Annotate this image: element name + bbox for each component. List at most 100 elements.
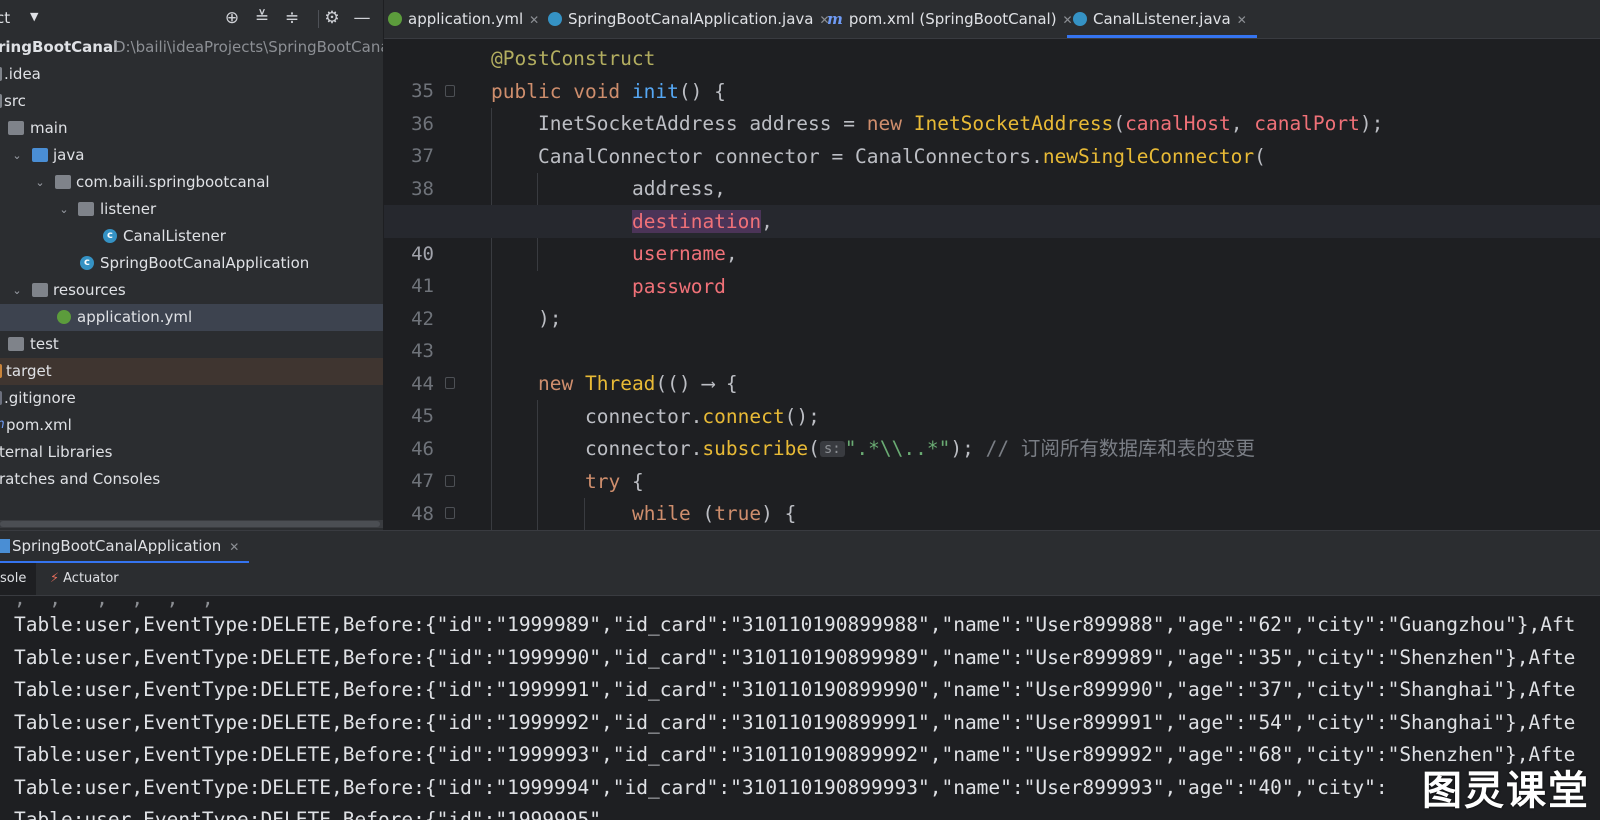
tab-label: SpringBootCanalApplication.java bbox=[568, 10, 814, 28]
fold-marker-icon[interactable] bbox=[445, 377, 455, 389]
run-subtabs: sole ⚡ Actuator bbox=[0, 563, 1600, 596]
run-tab-label: SpringBootCanalApplication bbox=[12, 537, 222, 555]
console-line: Table:user,EventType:DELETE,Before:{"id"… bbox=[14, 646, 1576, 669]
spring-class-icon: c bbox=[80, 256, 94, 270]
locate-icon[interactable]: ⊕ bbox=[222, 8, 242, 28]
spring-class-icon bbox=[548, 12, 562, 26]
tab-console[interactable]: sole bbox=[0, 563, 36, 595]
java-class-icon: c bbox=[103, 229, 117, 243]
code-line: 41 username, bbox=[384, 237, 1600, 297]
minimize-icon[interactable]: — bbox=[352, 8, 372, 28]
code-text: password bbox=[632, 275, 726, 298]
package-icon bbox=[55, 175, 71, 189]
tab-label: pom.xml (SpringBootCanal) bbox=[848, 10, 1057, 28]
tab-springbootcanalapplication[interactable]: SpringBootCanalApplication.java ✕ bbox=[548, 0, 830, 38]
scrollbar-thumb[interactable] bbox=[0, 521, 380, 527]
tab-label: sole bbox=[0, 571, 27, 586]
code-line: 44 bbox=[384, 335, 1600, 395]
tree-item-label: ratches and Consoles bbox=[0, 470, 161, 488]
code-line: 37 InetSocketAddress address = new InetS… bbox=[384, 107, 1600, 167]
chevron-down-icon[interactable]: ⌄ bbox=[33, 169, 47, 196]
code-area[interactable]: 35 @PostConstruct 36 public void init() … bbox=[384, 42, 1600, 530]
tree-item-main[interactable]: main bbox=[0, 115, 383, 142]
tree-item-label: java bbox=[53, 146, 85, 164]
tree-item-label: src bbox=[4, 92, 26, 110]
code-text: username, bbox=[632, 242, 738, 265]
close-icon[interactable]: ✕ bbox=[1237, 13, 1247, 27]
tree-item-label: .idea bbox=[4, 65, 41, 83]
run-tabs: SpringBootCanalApplication ✕ bbox=[0, 530, 1600, 564]
project-panel: ct ▼ ⊕ ≚ ≑ ⚙ — ringBootCanal D:\baili\id… bbox=[0, 0, 384, 530]
tab-label: application.yml bbox=[408, 10, 524, 28]
tree-item-scratches[interactable]: ratches and Consoles bbox=[0, 466, 383, 493]
tree-item-idea[interactable]: .idea bbox=[0, 61, 383, 88]
tab-label: CanalListener.java bbox=[1093, 10, 1231, 28]
tree-item-label: SpringBootCanalApplication bbox=[100, 254, 310, 272]
code-text: @PostConstruct bbox=[491, 47, 656, 70]
project-header: ct ▼ ⊕ ≚ ≑ ⚙ — bbox=[0, 0, 383, 38]
tree-item-pom[interactable]: m pom.xml bbox=[0, 412, 383, 439]
chevron-down-icon[interactable]: ⌄ bbox=[57, 196, 71, 223]
file-icon bbox=[0, 391, 2, 405]
folder-icon bbox=[8, 121, 24, 135]
fold-marker-icon[interactable] bbox=[445, 475, 455, 487]
tree-item-package[interactable]: ⌄ com.baili.springbootcanal bbox=[0, 169, 383, 196]
actuator-icon: ⚡ bbox=[50, 571, 60, 586]
tree-item-application-yml[interactable]: application.yml bbox=[0, 304, 383, 331]
tree-item-label: pom.xml bbox=[6, 416, 72, 434]
code-line: 49 while (true) { bbox=[384, 497, 1600, 530]
collapse-all-icon[interactable]: ≑ bbox=[282, 8, 302, 28]
tree-item-listener[interactable]: ⌄ listener bbox=[0, 196, 383, 223]
console-line: Table:user,EventType:DELETE,Before:{"id"… bbox=[14, 613, 1576, 636]
code-line: 45 new Thread(() ⟶ { bbox=[384, 367, 1600, 427]
tree-item-external-libraries[interactable]: ternal Libraries bbox=[0, 439, 383, 466]
run-config-icon bbox=[0, 539, 10, 553]
maven-icon: m bbox=[827, 10, 843, 28]
excluded-folder-icon bbox=[0, 364, 2, 378]
tab-pom-xml[interactable]: m pom.xml (SpringBootCanal) ✕ bbox=[827, 0, 1073, 38]
code-line-current: 40 destination, bbox=[384, 205, 1600, 265]
close-icon[interactable]: ✕ bbox=[229, 540, 239, 554]
close-icon[interactable]: ✕ bbox=[529, 13, 539, 27]
console-output[interactable]: , , , , , , Table:user,EventType:DELETE,… bbox=[0, 596, 1600, 820]
fold-marker-icon[interactable] bbox=[445, 85, 455, 97]
package-icon bbox=[78, 202, 94, 216]
tree-item-java[interactable]: ⌄ java bbox=[0, 142, 383, 169]
code-editor: application.yml ✕ SpringBootCanalApplicat… bbox=[384, 0, 1600, 530]
code-line: 43 ); bbox=[384, 302, 1600, 362]
tab-canallistener[interactable]: CanalListener.java ✕ bbox=[1067, 0, 1257, 38]
parameter-hint: s: bbox=[819, 441, 845, 457]
chevron-down-icon[interactable]: ▼ bbox=[30, 10, 38, 23]
maven-icon: m bbox=[0, 418, 5, 432]
tree-item-label: ringBootCanal bbox=[0, 38, 119, 56]
tree-item-src[interactable]: src bbox=[0, 88, 383, 115]
tree-item-application-class[interactable]: c SpringBootCanalApplication bbox=[0, 250, 383, 277]
tree-item-label: .gitignore bbox=[4, 389, 76, 407]
tree-item-target[interactable]: target bbox=[0, 358, 383, 385]
chevron-down-icon[interactable]: ⌄ bbox=[10, 277, 24, 304]
header-divider bbox=[318, 10, 319, 28]
chevron-down-icon[interactable]: ⌄ bbox=[10, 142, 24, 169]
gear-icon[interactable]: ⚙ bbox=[322, 8, 342, 28]
tree-item-test[interactable]: test bbox=[0, 331, 383, 358]
run-tab-application[interactable]: SpringBootCanalApplication ✕ bbox=[0, 531, 250, 564]
fold-marker-icon[interactable] bbox=[445, 507, 455, 519]
tree-item-gitignore[interactable]: .gitignore bbox=[0, 385, 383, 412]
code-line: 35 @PostConstruct bbox=[384, 42, 1600, 102]
folder-icon bbox=[8, 337, 24, 351]
tree-item-resources[interactable]: ⌄ resources bbox=[0, 277, 383, 304]
tab-application-yml[interactable]: application.yml ✕ bbox=[388, 0, 539, 38]
expand-all-icon[interactable]: ≚ bbox=[252, 8, 272, 28]
code-text: CanalConnector connector = CanalConnecto… bbox=[538, 145, 1266, 168]
tree-item-label: com.baili.springbootcanal bbox=[76, 173, 270, 191]
project-title[interactable]: ct bbox=[0, 9, 10, 27]
tree-item-label: main bbox=[30, 119, 68, 137]
code-line: 36 public void init() { bbox=[384, 75, 1600, 135]
code-line: 46 connector.connect(); bbox=[384, 400, 1600, 460]
horizontal-scrollbar[interactable] bbox=[0, 520, 383, 528]
tree-item-canallistener[interactable]: c CanalListener bbox=[0, 223, 383, 250]
tab-actuator[interactable]: ⚡ Actuator bbox=[50, 563, 119, 595]
tree-item-project-root[interactable]: ringBootCanal D:\baili\ideaProjects\Spri… bbox=[0, 34, 383, 61]
tab-label: Actuator bbox=[63, 571, 119, 586]
tree-item-label: application.yml bbox=[77, 308, 193, 326]
